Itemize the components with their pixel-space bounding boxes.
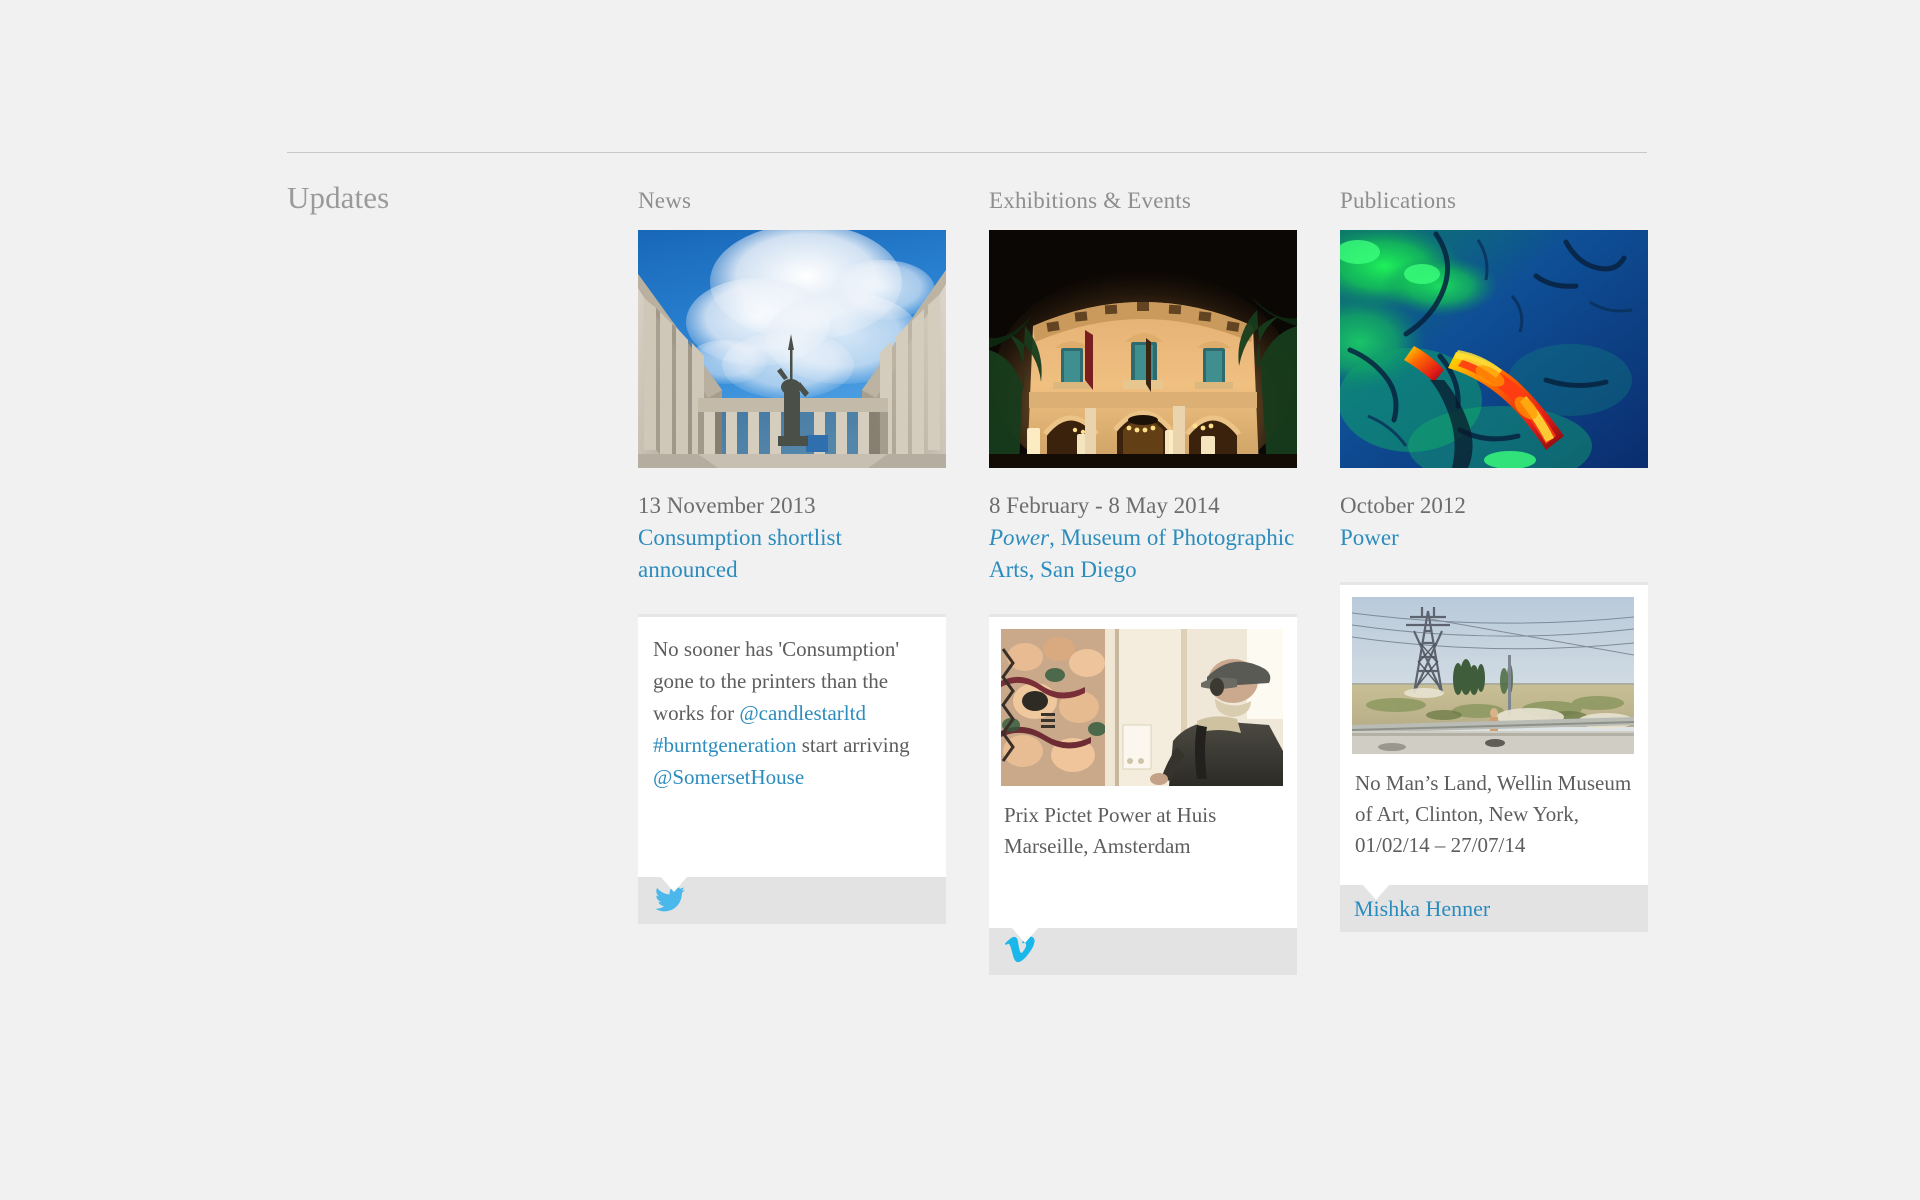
false-color-satellite-thermal-photo [1340,230,1648,468]
publications-hero-image[interactable] [1340,230,1648,468]
twitter-card: No sooner has 'Consumption' gone to the … [638,614,946,924]
news-headline-link[interactable]: Consumption shortlist announced [638,522,946,586]
publications-title-link[interactable]: Power [1340,522,1648,554]
vimeo-card-footer[interactable] [989,928,1297,975]
news-hero-image[interactable] [638,230,946,468]
publication-author-link[interactable]: Mishka Henner [1354,894,1490,924]
page-title: Updates [287,180,390,215]
news-date: 13 November 2013 [638,493,816,518]
publication-thumbnail[interactable] [1352,597,1634,754]
exhibitions-hero-image[interactable] [989,230,1297,468]
publication-card-footer[interactable]: Mishka Henner [1340,885,1648,932]
vimeo-card-body: Prix Pictet Power at Huis Marseille, Ams… [989,617,1297,872]
no-mans-land-roadside-pylon-photo [1352,597,1634,754]
publications-meta: October 2012 Power [1340,490,1648,554]
exhibitions-date: 8 February - 8 May 2014 [989,493,1220,518]
column-publications: Publications October 2012 Power No Man’s… [1340,186,1648,975]
vimeo-caption: Prix Pictet Power at Huis Marseille, Ams… [1004,803,1217,858]
tweet-mention-somersethouse[interactable]: @SomersetHouse [653,765,804,789]
publications-date: October 2012 [1340,493,1466,518]
publication-card-filler [1340,871,1648,885]
twitter-bird-icon[interactable] [654,885,686,917]
exhibitions-meta: 8 February - 8 May 2014 Power, Museum of… [989,490,1297,586]
publication-card-body: No Man’s Land, Wellin Museum of Art, Cli… [1340,585,1648,871]
column-title-publications: Publications [1340,188,1457,213]
palais-de-tokyo-columns-photo [638,230,946,468]
section-divider [287,152,1647,153]
tweet-part-4: start arriving [796,733,910,757]
vimeo-glyph [1005,936,1035,963]
twitter-card-footer[interactable] [638,877,946,924]
vimeo-card-filler [989,872,1297,928]
twitter-bird-glyph [655,886,685,911]
column-title-news: News [638,188,692,213]
vimeo-thumbnail[interactable] [1001,629,1283,786]
vimeo-icon[interactable] [1005,935,1035,968]
news-meta: 13 November 2013 Consumption shortlist a… [638,490,946,586]
column-title-exhibitions-events: Exhibitions & Events [989,188,1192,213]
exhibitions-title-link[interactable]: Power, Museum of Photographic Arts, San … [989,522,1297,586]
publication-card: No Man’s Land, Wellin Museum of Art, Cli… [1340,582,1648,932]
gallery-visitor-video-thumbnail [1001,629,1283,786]
column-news: News 13 November 2013 Consumption shortl… [638,186,946,975]
tweet-text: No sooner has 'Consumption' gone to the … [638,617,946,877]
tweet-hashtag-burntgeneration[interactable]: #burntgeneration [653,733,796,757]
publication-caption: No Man’s Land, Wellin Museum of Art, Cli… [1355,771,1632,857]
tweet-mention-candlestarltd[interactable]: @candlestarltd [739,701,866,725]
vimeo-card: Prix Pictet Power at Huis Marseille, Ams… [989,614,1297,975]
updates-page: Updates News 13 November 2013 Consumptio… [0,0,1920,1200]
exhibitions-title-italic: Power [989,525,1050,550]
updates-columns: News 13 November 2013 Consumption shortl… [638,186,1648,975]
column-exhibitions-events: Exhibitions & Events 8 February - 8 May … [989,186,1297,975]
illuminated-baroque-building-night-photo [989,230,1297,468]
